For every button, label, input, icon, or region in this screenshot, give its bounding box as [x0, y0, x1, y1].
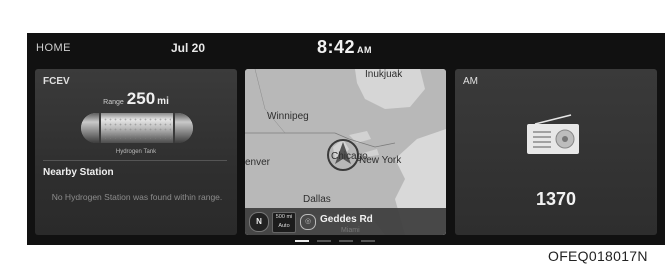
figure-code: OFEQ018017N [548, 248, 648, 264]
date-display: Jul 20 [171, 41, 206, 55]
range-value: 250 [126, 89, 156, 108]
fcev-title: FCEV [43, 76, 70, 87]
range-label: Range [103, 99, 124, 106]
radio-icon [527, 114, 579, 154]
nearby-station-message: No Hydrogen Station was found within ran… [51, 192, 223, 202]
destination-icon: ◎ [300, 214, 316, 230]
map-label-dallas: Dallas [303, 194, 331, 205]
current-road: Geddes Rd [320, 214, 373, 225]
page-dot-4[interactable] [361, 240, 375, 242]
clock-ampm: AM [357, 45, 373, 55]
map-widget[interactable]: Inukjuak Winnipeg Chicago New York enver… [245, 69, 446, 235]
page-dot-2[interactable] [317, 240, 331, 242]
map-label-denver: enver [245, 157, 271, 168]
scale-distance: 500 mi [275, 214, 293, 220]
status-bar: HOME Jul 20 8:42 AM [27, 33, 665, 63]
range-unit: mi [157, 96, 169, 107]
nearby-station-title: Nearby Station [43, 167, 114, 178]
map-label-new-york: New York [359, 155, 402, 166]
map-label-inukjuak: Inukjuak [365, 69, 403, 80]
range-display: Range 250 mi [35, 89, 237, 109]
page-dot-1[interactable] [295, 240, 309, 242]
scale-mode: Auto [278, 223, 290, 229]
tank-label: Hydrogen Tank [115, 149, 157, 155]
map-label-winnipeg: Winnipeg [267, 111, 309, 122]
compass-button[interactable]: N [249, 212, 269, 232]
page-indicator [295, 240, 395, 243]
map-label-miami: Miami [341, 227, 360, 234]
map-scale-button[interactable]: 500 mi Auto [272, 212, 296, 233]
clock-time: 8:42 [317, 37, 356, 57]
fcev-widget[interactable]: FCEV Range 250 mi Hydrogen Tank Nearby Sta… [35, 69, 237, 235]
page-dot-3[interactable] [339, 240, 353, 242]
home-button[interactable]: HOME [36, 42, 71, 54]
head-unit-screen: HOME Jul 20 8:42 AM FCEV Range 250 mi Hydro… [27, 33, 665, 245]
hydrogen-tank-icon [81, 113, 193, 143]
radio-widget[interactable]: AM 1370 [455, 69, 657, 235]
divider [43, 160, 227, 161]
nav-info-bar: N 500 mi Auto ◎ Geddes Rd Miami [245, 208, 446, 235]
radio-frequency: 1370 [535, 189, 577, 209]
radio-band: AM [463, 76, 478, 87]
clock: 8:42 AM [317, 37, 372, 58]
